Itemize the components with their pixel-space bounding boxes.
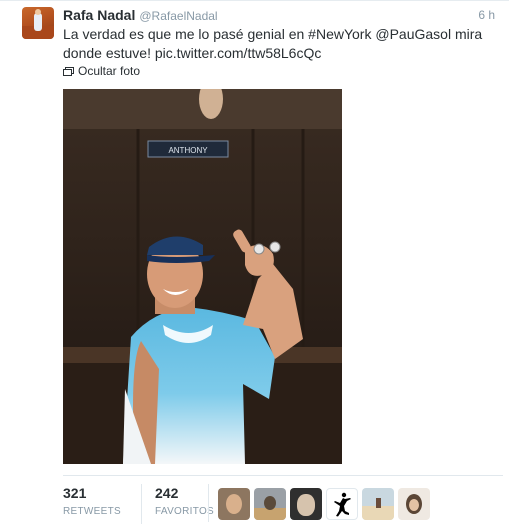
nameplate-text: ANTHONY <box>168 146 208 155</box>
hide-photo-toggle[interactable]: Ocultar foto <box>63 63 140 79</box>
user-avatar-5[interactable] <box>362 488 394 520</box>
tweet-text-line2: donde estuve! <box>63 45 155 61</box>
profile-avatar[interactable] <box>22 7 54 39</box>
tweet-text: La verdad es que me lo pasé genial en #N… <box>63 25 493 63</box>
avatar-figure <box>34 13 42 31</box>
tweet-header: Rafa Nadal @RafaelNadal 6 h <box>63 6 503 24</box>
user-avatar-6[interactable] <box>398 488 430 520</box>
jumpman-logo-avatar[interactable] <box>326 488 358 520</box>
avatar-head <box>35 9 41 15</box>
retweets-count: 321 <box>63 485 87 501</box>
favorites-count: 242 <box>155 485 179 501</box>
user-avatar-1[interactable] <box>218 488 250 520</box>
tweet-timestamp[interactable]: 6 h <box>478 6 495 24</box>
favoriters-avatars <box>218 488 430 520</box>
retweets-stat[interactable]: 321 RETWEETS <box>63 484 127 524</box>
jumpman-icon <box>334 492 351 517</box>
pic-link[interactable]: pic.twitter.com/ttw58L6cQc <box>155 45 322 61</box>
hide-photo-label: Ocultar foto <box>78 64 141 78</box>
tweet-text-line1: La verdad es que me lo pasé genial en #N… <box>63 26 483 42</box>
photo-illustration: ANTHONY <box>63 89 342 464</box>
retweets-label: RETWEETS <box>63 506 121 517</box>
tweet-photo[interactable]: ANTHONY <box>63 89 342 464</box>
favorites-label: FAVORITOS <box>155 506 215 517</box>
user-fullname[interactable]: Rafa Nadal <box>63 7 135 23</box>
user-avatar-3[interactable] <box>290 488 322 520</box>
user-handle[interactable]: @RafaelNadal <box>139 9 217 23</box>
tweet: Rafa Nadal @RafaelNadal 6 h La verdad es … <box>0 0 509 529</box>
tweet-stats: 321 RETWEETS 242 FAVORITOS <box>63 475 503 524</box>
favorites-stat[interactable]: 242 FAVORITOS <box>141 484 221 524</box>
photo-icon <box>63 66 74 76</box>
stats-divider <box>208 484 209 522</box>
user-avatar-2[interactable] <box>254 488 286 520</box>
